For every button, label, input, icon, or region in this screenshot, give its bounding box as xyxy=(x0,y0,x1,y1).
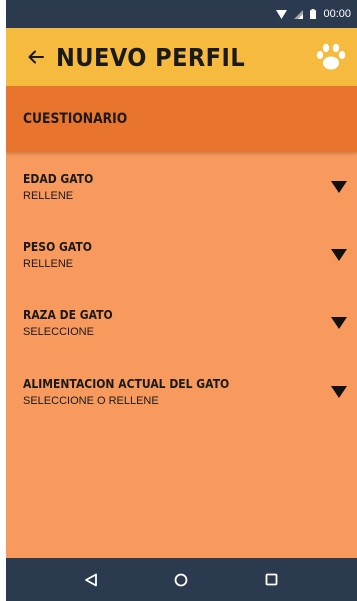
back-triangle-icon[interactable] xyxy=(71,565,111,595)
field-raza-gato[interactable]: Raza de gato SELECCIONE xyxy=(6,308,357,358)
section-title: Cuestionario xyxy=(23,111,128,127)
home-circle-icon[interactable] xyxy=(161,565,201,595)
status-time: 00:00 xyxy=(323,8,351,20)
app-bar: Nuevo perfil xyxy=(6,28,357,86)
field-edad-gato[interactable]: Edad gato RELLENE xyxy=(6,172,357,222)
paw-icon[interactable] xyxy=(315,42,347,72)
dropdown-arrow-icon[interactable] xyxy=(331,386,347,398)
field-value: SELECCIONE O RELLENE xyxy=(23,395,159,407)
field-alimentacion-gato[interactable]: Alimentacion actual del gato SELECCIONE … xyxy=(6,377,357,427)
system-nav-bar xyxy=(6,558,357,601)
field-value: RELLENE xyxy=(23,190,74,202)
field-label: Edad gato xyxy=(23,172,94,186)
wifi-icon xyxy=(276,9,288,19)
dropdown-arrow-icon[interactable] xyxy=(331,249,347,261)
field-value: RELLENE xyxy=(23,258,74,270)
field-label: Raza de gato xyxy=(23,308,113,322)
field-label: Peso gato xyxy=(23,240,92,254)
arrow-left-icon[interactable] xyxy=(16,28,56,86)
dropdown-arrow-icon[interactable] xyxy=(331,317,347,329)
signal-icon xyxy=(294,9,304,19)
field-value: SELECCIONE xyxy=(23,326,94,338)
field-label: Alimentacion actual del gato xyxy=(23,377,230,391)
app-screen: 00:00 Nuevo perfil Cuestionario Edad gat… xyxy=(6,0,357,601)
battery-icon xyxy=(310,9,317,19)
recents-square-icon[interactable] xyxy=(252,565,292,595)
section-header: Cuestionario xyxy=(6,86,357,152)
status-bar: 00:00 xyxy=(6,0,357,28)
page-title: Nuevo perfil xyxy=(56,42,246,72)
dropdown-arrow-icon[interactable] xyxy=(331,181,347,193)
field-peso-gato[interactable]: Peso gato RELLENE xyxy=(6,240,357,290)
